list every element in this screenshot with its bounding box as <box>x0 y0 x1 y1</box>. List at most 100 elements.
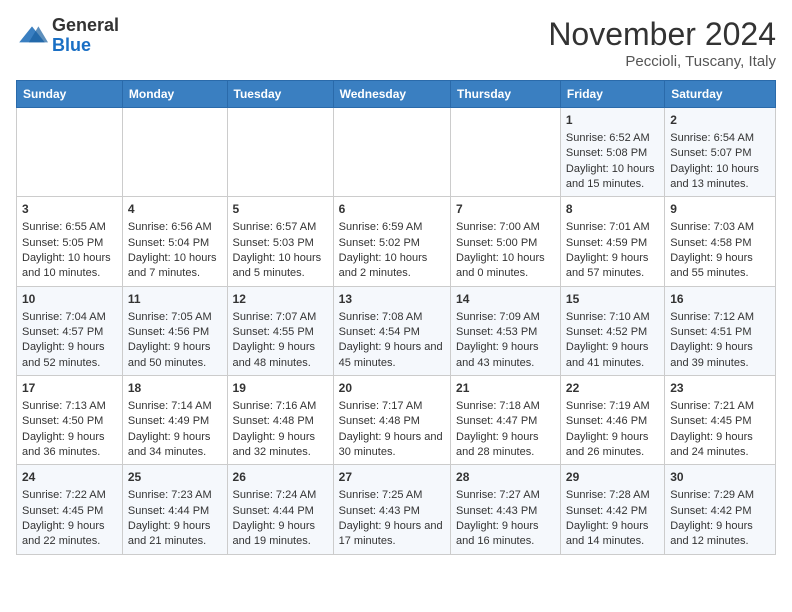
day-info: Sunrise: 7:18 AM <box>456 399 555 414</box>
calendar-cell <box>451 108 561 197</box>
calendar-cell: 13Sunrise: 7:08 AMSunset: 4:54 PMDayligh… <box>333 286 450 375</box>
day-info: Daylight: 9 hours and 30 minutes. <box>339 430 445 461</box>
day-info: Daylight: 9 hours and 26 minutes. <box>566 430 659 461</box>
day-info: Daylight: 9 hours and 39 minutes. <box>670 340 770 371</box>
calendar-cell: 25Sunrise: 7:23 AMSunset: 4:44 PMDayligh… <box>122 465 227 554</box>
day-number: 3 <box>22 201 117 218</box>
calendar-week-row: 3Sunrise: 6:55 AMSunset: 5:05 PMDaylight… <box>17 197 776 286</box>
day-info: Sunset: 4:45 PM <box>670 414 770 429</box>
day-number: 22 <box>566 380 659 397</box>
calendar-cell: 3 Sunrise: 6:55 AMSunset: 5:05 PMDaylight… <box>17 197 123 286</box>
day-info: Sunset: 4:52 PM <box>566 325 659 340</box>
calendar-cell: 11Sunrise: 7:05 AMSunset: 4:56 PMDayligh… <box>122 286 227 375</box>
day-info: Daylight: 10 hours and 15 minutes. <box>566 162 659 193</box>
day-info: Daylight: 9 hours and 52 minutes. <box>22 340 117 371</box>
calendar-cell: 24Sunrise: 7:22 AMSunset: 4:45 PMDayligh… <box>17 465 123 554</box>
day-info: Sunset: 4:54 PM <box>339 325 445 340</box>
day-info: Sunrise: 7:08 AM <box>339 310 445 325</box>
calendar-cell: 29Sunrise: 7:28 AMSunset: 4:42 PMDayligh… <box>560 465 664 554</box>
day-number: 25 <box>128 469 222 486</box>
day-info: Sunset: 4:57 PM <box>22 325 117 340</box>
day-number: 11 <box>128 291 222 308</box>
day-info: Daylight: 9 hours and 32 minutes. <box>233 430 328 461</box>
day-info: Daylight: 9 hours and 45 minutes. <box>339 340 445 371</box>
day-info: Sunrise: 6:56 AM <box>128 220 222 235</box>
day-info: Sunrise: 7:03 AM <box>670 220 770 235</box>
day-info: Daylight: 10 hours and 13 minutes. <box>670 162 770 193</box>
day-info: Sunrise: 7:25 AM <box>339 488 445 503</box>
day-info: Sunrise: 7:23 AM <box>128 488 222 503</box>
day-info: Sunset: 5:05 PM <box>22 236 117 251</box>
calendar-week-row: 17Sunrise: 7:13 AMSunset: 4:50 PMDayligh… <box>17 376 776 465</box>
day-header-friday: Friday <box>560 81 664 108</box>
month-title: November 2024 <box>548 16 776 53</box>
day-info: Daylight: 9 hours and 12 minutes. <box>670 519 770 550</box>
day-info: Daylight: 9 hours and 14 minutes. <box>566 519 659 550</box>
day-info: Sunset: 4:48 PM <box>339 414 445 429</box>
day-number: 30 <box>670 469 770 486</box>
day-info: Sunset: 5:03 PM <box>233 236 328 251</box>
day-number: 2 <box>670 112 770 129</box>
day-info: Sunset: 4:44 PM <box>233 504 328 519</box>
day-info: Sunrise: 7:09 AM <box>456 310 555 325</box>
day-number: 19 <box>233 380 328 397</box>
day-info: Sunrise: 7:22 AM <box>22 488 117 503</box>
day-number: 6 <box>339 201 445 218</box>
day-info: Sunrise: 6:55 AM <box>22 220 117 235</box>
day-info: Sunset: 4:53 PM <box>456 325 555 340</box>
day-header-thursday: Thursday <box>451 81 561 108</box>
day-number: 17 <box>22 380 117 397</box>
day-info: Daylight: 10 hours and 7 minutes. <box>128 251 222 282</box>
day-info: Sunrise: 7:29 AM <box>670 488 770 503</box>
logo-blue: Blue <box>52 35 91 55</box>
day-number: 14 <box>456 291 555 308</box>
day-info: Sunrise: 7:10 AM <box>566 310 659 325</box>
day-info: Sunrise: 7:07 AM <box>233 310 328 325</box>
day-info: Sunset: 4:45 PM <box>22 504 117 519</box>
calendar-cell: 15Sunrise: 7:10 AMSunset: 4:52 PMDayligh… <box>560 286 664 375</box>
calendar-cell: 10Sunrise: 7:04 AMSunset: 4:57 PMDayligh… <box>17 286 123 375</box>
calendar-week-row: 10Sunrise: 7:04 AMSunset: 4:57 PMDayligh… <box>17 286 776 375</box>
day-info: Sunrise: 7:21 AM <box>670 399 770 414</box>
day-info: Daylight: 9 hours and 57 minutes. <box>566 251 659 282</box>
calendar-week-row: 1Sunrise: 6:52 AMSunset: 5:08 PMDaylight… <box>17 108 776 197</box>
calendar-cell <box>17 108 123 197</box>
day-info: Sunset: 4:43 PM <box>456 504 555 519</box>
day-number: 4 <box>128 201 222 218</box>
day-info: Sunset: 4:58 PM <box>670 236 770 251</box>
day-info: Sunset: 4:49 PM <box>128 414 222 429</box>
day-info: Sunset: 4:43 PM <box>339 504 445 519</box>
day-number: 9 <box>670 201 770 218</box>
calendar-cell: 9Sunrise: 7:03 AMSunset: 4:58 PMDaylight… <box>665 197 776 286</box>
day-info: Daylight: 9 hours and 16 minutes. <box>456 519 555 550</box>
calendar-cell: 30 Sunrise: 7:29 AMSunset: 4:42 PMDayligh… <box>665 465 776 554</box>
day-number: 23 <box>670 380 770 397</box>
calendar-cell <box>227 108 333 197</box>
day-info: Daylight: 9 hours and 48 minutes. <box>233 340 328 371</box>
calendar-cell: 12Sunrise: 7:07 AMSunset: 4:55 PMDayligh… <box>227 286 333 375</box>
calendar-cell: 26Sunrise: 7:24 AMSunset: 4:44 PMDayligh… <box>227 465 333 554</box>
day-number: 27 <box>339 469 445 486</box>
day-info: Sunrise: 6:54 AM <box>670 131 770 146</box>
day-info: Daylight: 9 hours and 22 minutes. <box>22 519 117 550</box>
day-info: Sunrise: 7:13 AM <box>22 399 117 414</box>
day-info: Sunrise: 7:00 AM <box>456 220 555 235</box>
day-info: Sunset: 4:42 PM <box>670 504 770 519</box>
calendar-cell: 27Sunrise: 7:25 AMSunset: 4:43 PMDayligh… <box>333 465 450 554</box>
day-number: 10 <box>22 291 117 308</box>
logo-general: General <box>52 15 119 35</box>
day-number: 7 <box>456 201 555 218</box>
day-info: Sunrise: 7:17 AM <box>339 399 445 414</box>
day-number: 29 <box>566 469 659 486</box>
day-info: Daylight: 9 hours and 41 minutes. <box>566 340 659 371</box>
day-number: 5 <box>233 201 328 218</box>
day-info: Daylight: 10 hours and 10 minutes. <box>22 251 117 282</box>
calendar-cell: 4Sunrise: 6:56 AMSunset: 5:04 PMDaylight… <box>122 197 227 286</box>
day-number: 28 <box>456 469 555 486</box>
day-header-sunday: Sunday <box>17 81 123 108</box>
calendar-cell: 8Sunrise: 7:01 AMSunset: 4:59 PMDaylight… <box>560 197 664 286</box>
day-info: Daylight: 9 hours and 19 minutes. <box>233 519 328 550</box>
day-number: 16 <box>670 291 770 308</box>
day-info: Daylight: 9 hours and 34 minutes. <box>128 430 222 461</box>
calendar-cell: 5Sunrise: 6:57 AMSunset: 5:03 PMDaylight… <box>227 197 333 286</box>
